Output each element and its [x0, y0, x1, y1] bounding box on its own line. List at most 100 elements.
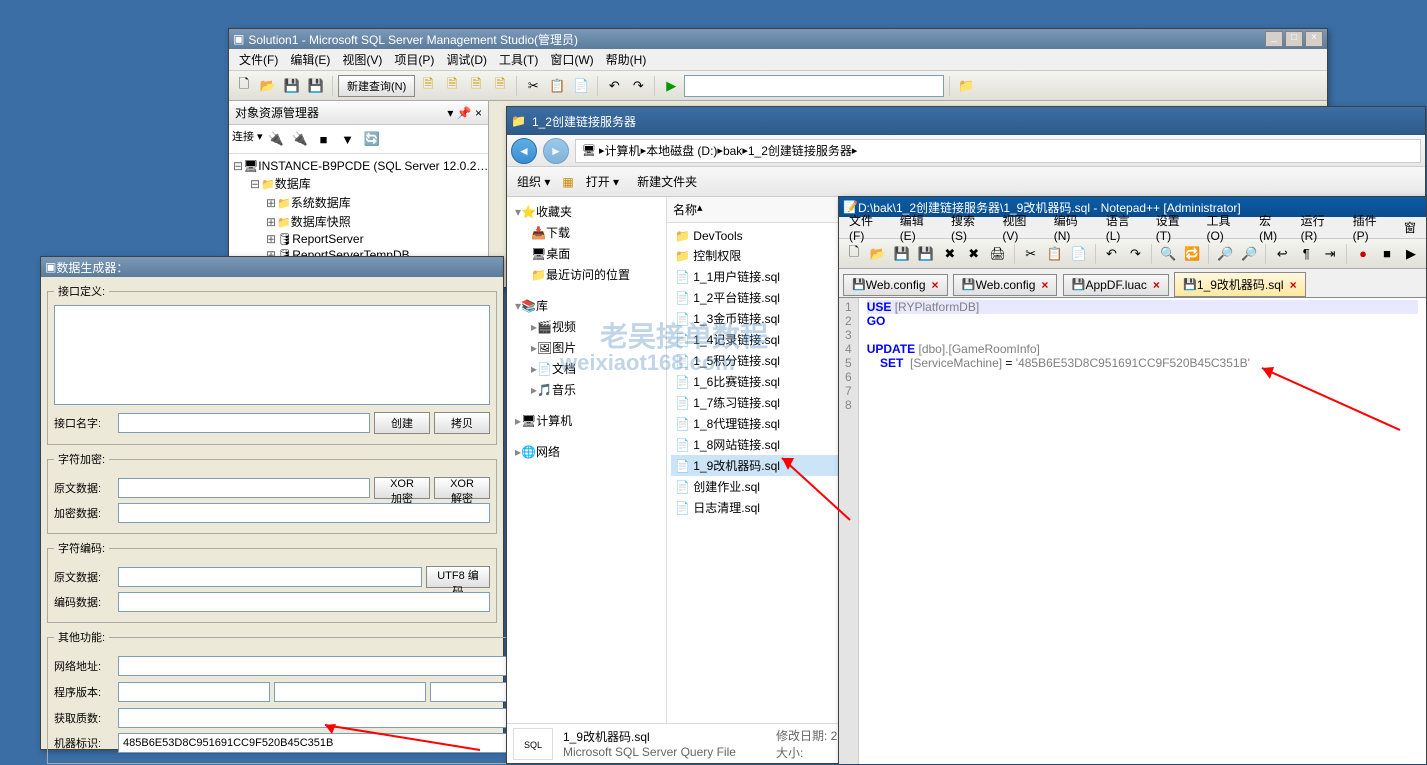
new-query-button[interactable]: 新建查询(N) — [338, 75, 415, 97]
menu-view[interactable]: 视图(V) — [336, 49, 388, 70]
encode-plain-input[interactable] — [118, 567, 422, 587]
utf8-button[interactable]: UTF8 编码 — [426, 566, 490, 588]
copy-button[interactable]: 📋 — [546, 75, 568, 97]
save-button[interactable]: 💾 — [281, 75, 303, 97]
menu-window[interactable]: 窗口(W) — [544, 49, 599, 70]
npp-tab-webconfig1[interactable]: 💾 Web.config× — [843, 274, 948, 296]
forward-button[interactable]: ► — [543, 138, 569, 164]
enc-data-input[interactable] — [118, 503, 490, 523]
sidebar-videos[interactable]: ▸🎬 视频 — [511, 316, 662, 337]
open-button[interactable]: 打开 ▾ — [580, 171, 625, 192]
sidebar-music[interactable]: ▸🎵 音乐 — [511, 379, 662, 400]
databases-node[interactable]: ⊟数据库 — [233, 174, 484, 193]
menu-file[interactable]: 文件(F) — [233, 49, 284, 70]
menu-project[interactable]: 项目(P) — [388, 49, 440, 70]
close-button[interactable]: × — [1305, 31, 1323, 47]
npp-undo-icon[interactable]: ↶ — [1101, 243, 1123, 265]
panel-pin-icon[interactable]: ▾ 📌 × — [447, 106, 482, 120]
menu-tools[interactable]: 工具(T) — [493, 49, 544, 70]
network-node[interactable]: ▸🌐 网络 — [511, 441, 662, 462]
ssms-combo[interactable] — [684, 75, 944, 97]
create-button[interactable]: 创建 — [374, 412, 430, 434]
explorer-titlebar[interactable]: 📁 1_2创建链接服务器 — [507, 107, 1425, 135]
oe-stop-icon[interactable]: ■ — [313, 128, 335, 150]
npp-menu-search[interactable]: 搜索(S) — [945, 210, 996, 245]
menu-debug[interactable]: 调试(D) — [440, 49, 493, 70]
oe-filter-icon[interactable]: ▼ — [337, 128, 359, 150]
npp-menu-macro[interactable]: 宏(M) — [1253, 210, 1295, 245]
paste-button[interactable]: 📄 — [570, 75, 592, 97]
npp-tab-webconfig2[interactable]: 💾 Web.config× — [953, 274, 1058, 296]
npp-tab-sql[interactable]: 💾 1_9改机器码.sql× — [1174, 272, 1305, 297]
minimize-button[interactable]: _ — [1265, 31, 1283, 47]
tab-close-icon[interactable]: × — [1290, 278, 1297, 292]
ver-input-1[interactable] — [118, 682, 270, 702]
npp-saveall-icon[interactable]: 💾 — [915, 243, 937, 265]
cut-button[interactable]: ✂ — [522, 75, 544, 97]
npp-menu-run[interactable]: 运行(R) — [1295, 210, 1347, 245]
npp-menu-window[interactable]: 窗 — [1398, 217, 1422, 238]
npp-wrap-icon[interactable]: ↩ — [1271, 243, 1293, 265]
db-query-icon-2[interactable]: 🗎 — [441, 75, 463, 97]
favorites-node[interactable]: ▾⭐ 收藏夹 — [511, 201, 662, 222]
npp-zoom-in-icon[interactable]: 🔎 — [1214, 243, 1236, 265]
npp-close-icon[interactable]: ✖ — [939, 243, 961, 265]
npp-closeall-icon[interactable]: ✖ — [963, 243, 985, 265]
npp-menu-settings[interactable]: 设置(T) — [1150, 210, 1201, 245]
run-button[interactable]: ▶ — [660, 75, 682, 97]
npp-menu-tools[interactable]: 工具(O) — [1200, 210, 1253, 245]
copy-button[interactable]: 拷贝 — [434, 412, 490, 434]
npp-save-icon[interactable]: 💾 — [891, 243, 913, 265]
npp-menu-view[interactable]: 视图(V) — [996, 210, 1047, 245]
oe-disconnect-icon[interactable]: 🔌 — [289, 128, 311, 150]
tab-close-icon[interactable]: × — [932, 278, 939, 292]
tab-close-icon[interactable]: × — [1153, 278, 1160, 292]
redo-button[interactable]: ↷ — [627, 75, 649, 97]
npp-indent-icon[interactable]: ⇥ — [1319, 243, 1341, 265]
npp-replace-icon[interactable]: 🔁 — [1181, 243, 1203, 265]
sidebar-recent[interactable]: 📁 最近访问的位置 — [511, 264, 662, 285]
interface-def-text[interactable] — [54, 305, 490, 405]
db-query-icon-3[interactable]: 🗎 — [465, 75, 487, 97]
interface-name-input[interactable] — [118, 413, 370, 433]
plain-input[interactable] — [118, 478, 370, 498]
sidebar-downloads[interactable]: 📥 下载 — [511, 222, 662, 243]
npp-editor[interactable]: 12345678 USE [RYPlatformDB] GO UPDATE [d… — [839, 298, 1426, 764]
npp-zoom-out-icon[interactable]: 🔎 — [1238, 243, 1260, 265]
npp-cut-icon[interactable]: ✂ — [1020, 243, 1042, 265]
organize-button[interactable]: 组织 ▾ — [511, 171, 556, 192]
maximize-button[interactable]: □ — [1285, 31, 1303, 47]
xor-dec-button[interactable]: XOR 解密 — [434, 477, 490, 499]
breadcrumb[interactable]: 🖥 ▸ 计算机 ▸ 本地磁盘 (D:) ▸ bak ▸ 1_2创建链接服务器 ▸ — [575, 139, 1421, 163]
npp-chars-icon[interactable]: ¶ — [1295, 243, 1317, 265]
back-button[interactable]: ◄ — [511, 138, 537, 164]
npp-redo-icon[interactable]: ↷ — [1124, 243, 1146, 265]
npp-new-icon[interactable]: 🗋 — [843, 243, 865, 265]
oe-connect-icon[interactable]: 🔌 — [265, 128, 287, 150]
new-folder-button[interactable]: 新建文件夹 — [631, 171, 703, 192]
ver-input-2[interactable] — [274, 682, 426, 702]
oe-refresh-icon[interactable]: 🔄 — [361, 128, 383, 150]
npp-copy-icon[interactable]: 📋 — [1044, 243, 1066, 265]
npp-macro-stop-icon[interactable]: ■ — [1376, 243, 1398, 265]
folder-button[interactable]: 📁 — [955, 75, 977, 97]
db-item-reportserver[interactable]: ⊞🛢 ReportServer — [233, 231, 484, 247]
server-node[interactable]: ⊟🖥 INSTANCE-B9PCDE (SQL Server 12.0.2… — [233, 158, 484, 174]
db-query-icon-4[interactable]: 🗎 — [489, 75, 511, 97]
db-item-snapshot[interactable]: ⊞数据库快照 — [233, 212, 484, 231]
code-area[interactable]: USE [RYPlatformDB] GO UPDATE [dbo].[Game… — [859, 298, 1426, 764]
db-item-sys[interactable]: ⊞系统数据库 — [233, 193, 484, 212]
npp-menu-edit[interactable]: 编辑(E) — [894, 210, 945, 245]
encode-data-input[interactable] — [118, 592, 490, 612]
npp-menu-file[interactable]: 文件(F) — [843, 210, 894, 245]
new-project-button[interactable]: 🗋 — [233, 75, 255, 97]
npp-menu-language[interactable]: 语言(L) — [1100, 210, 1150, 245]
npp-find-icon[interactable]: 🔍 — [1157, 243, 1179, 265]
menu-help[interactable]: 帮助(H) — [600, 49, 653, 70]
xor-enc-button[interactable]: XOR 加密 — [374, 477, 430, 499]
npp-macro-rec-icon[interactable]: ● — [1352, 243, 1374, 265]
undo-button[interactable]: ↶ — [603, 75, 625, 97]
ssms-titlebar[interactable]: ▣ Solution1 - Microsoft SQL Server Manag… — [229, 29, 1327, 49]
sidebar-pictures[interactable]: ▸🖼 图片 — [511, 337, 662, 358]
datagen-titlebar[interactable]: ▣ 数据生成器： — [41, 257, 503, 277]
